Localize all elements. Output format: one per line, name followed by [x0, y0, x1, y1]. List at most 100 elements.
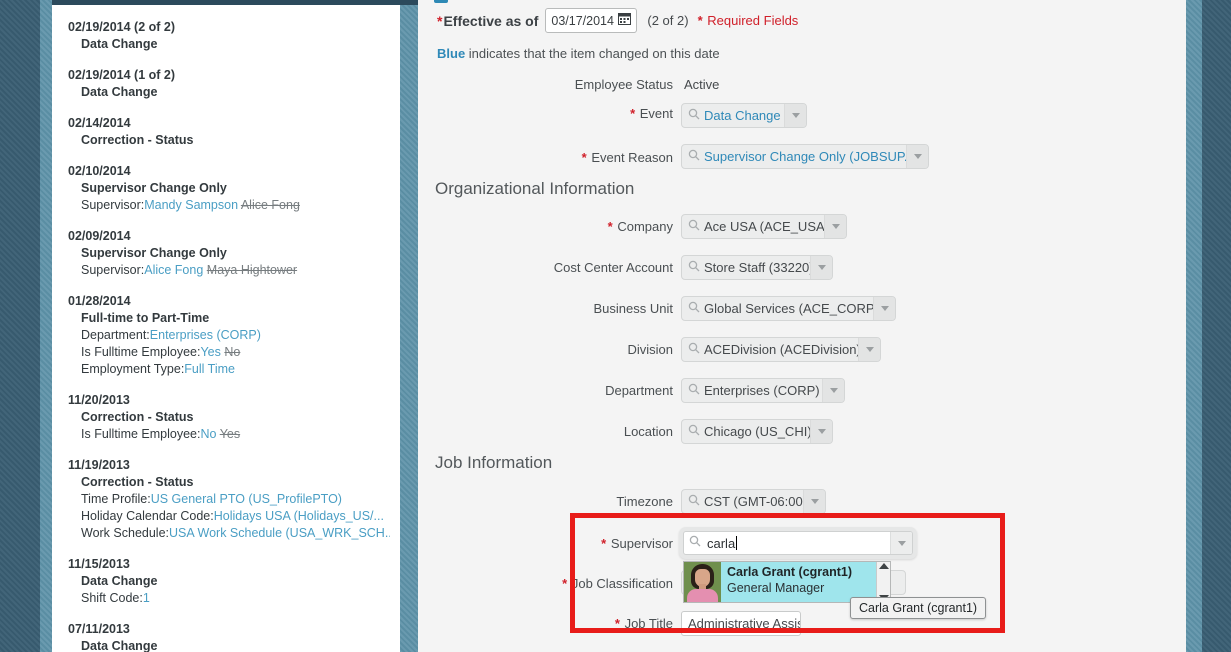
event-reason-value: Supervisor Change Only (JOBSUP... [704, 149, 906, 164]
history-entry[interactable]: 01/28/2014 Full-time to Part-Time Depart… [52, 293, 400, 378]
location-label: Location [623, 424, 673, 439]
history-entry[interactable]: 07/11/2013 Data Change [52, 621, 400, 652]
search-icon [688, 493, 700, 511]
timezone-select[interactable]: CST (GMT-06:00) [681, 489, 826, 514]
history-entry[interactable]: 11/15/2013 Data Change Shift Code:1 [52, 556, 400, 607]
required-asterisk: * [630, 106, 636, 121]
division-select[interactable]: ACEDivision (ACEDivision) [681, 337, 881, 362]
search-icon [688, 300, 700, 318]
tab-marker [434, 0, 448, 3]
required-fields-note: * Required Fields [697, 13, 799, 28]
chevron-down-icon[interactable] [803, 490, 825, 513]
history-event: Correction - Status [81, 475, 194, 489]
chevron-down-icon[interactable] [890, 532, 912, 554]
company-label-wrap: * Company [418, 219, 680, 234]
history-detail-new-value: Alice Fong [144, 263, 204, 277]
timezone-label: Timezone [616, 494, 673, 509]
suggestion-scrollbar[interactable] [876, 562, 890, 602]
supervisor-label-wrap: * Supervisor [418, 536, 680, 551]
calendar-icon[interactable] [618, 12, 632, 30]
history-detail-label: Is Fulltime Employee: [81, 427, 201, 441]
history-detail-label: Department: [81, 328, 150, 342]
department-select[interactable]: Enterprises (CORP) [681, 378, 845, 403]
chevron-down-icon[interactable] [906, 145, 928, 168]
history-sidebar[interactable]: 02/19/2014 (2 of 2) Data Change 02/19/20… [52, 0, 400, 652]
effective-date-input[interactable]: 03/17/2014 [545, 8, 638, 33]
chevron-down-icon[interactable] [873, 297, 895, 320]
history-event: Full-time to Part-Time [81, 311, 210, 325]
supervisor-tooltip: Carla Grant (cgrant1) [850, 597, 987, 619]
job-classification-label-wrap: * Job Classification [418, 576, 680, 591]
history-date: 11/20/2013 [68, 393, 130, 407]
history-detail: Department:Enterprises (CORP) [68, 327, 390, 344]
chevron-down-icon[interactable] [858, 338, 880, 361]
history-detail: Shift Code:1 [68, 590, 390, 607]
suggestion-name: Carla Grant (cgrant1) [727, 565, 853, 579]
history-detail-new-value: USA Work Schedule (USA_WRK_SCH... [169, 526, 390, 540]
search-icon [689, 534, 701, 552]
supervisor-input[interactable]: carla [683, 531, 913, 555]
cost-center-account-select[interactable]: Store Staff (33220) [681, 255, 833, 280]
employee-status-label-wrap: Employee Status [418, 77, 680, 92]
history-event: Supervisor Change Only [81, 246, 227, 260]
event-select[interactable]: Data Change [681, 103, 807, 128]
history-detail-new-value: 1 [142, 591, 150, 605]
location-select[interactable]: Chicago (US_CHI) [681, 419, 833, 444]
search-icon [688, 423, 700, 441]
page-counter: (2 of 2) [647, 13, 689, 28]
division-value: ACEDivision (ACEDivision) [704, 342, 858, 357]
history-detail-label: Shift Code: [81, 591, 143, 605]
employee-status-value: Active [684, 77, 720, 92]
department-label-wrap: Department [418, 383, 680, 398]
location-value: Chicago (US_CHI) [704, 424, 810, 439]
company-label: * Company [607, 219, 673, 234]
history-event: Data Change [81, 37, 158, 51]
company-select[interactable]: Ace USA (ACE_USA) [681, 214, 847, 239]
history-detail-new-value: Yes [200, 345, 221, 359]
employment-details-form: *Effective as of 03/17/2014 (2 of 2) * R… [418, 0, 1186, 652]
job-title-input[interactable]: Administrative Assista [681, 611, 801, 636]
right-window-gutter [1202, 0, 1231, 652]
search-icon [688, 148, 700, 166]
chevron-down-icon[interactable] [824, 215, 846, 238]
history-entry[interactable]: 02/19/2014 (2 of 2) Data Change [52, 19, 400, 53]
history-event: Data Change [81, 85, 158, 99]
history-date: 02/10/2014 [68, 164, 131, 178]
history-detail-label: Supervisor: [81, 198, 145, 212]
history-event: Data Change [81, 574, 158, 588]
history-detail: Is Fulltime Employee:Yes No [68, 344, 390, 361]
cost-center-account-label: Cost Center Account [553, 260, 673, 275]
history-list: 02/19/2014 (2 of 2) Data Change 02/19/20… [52, 5, 400, 652]
job-title-value: Administrative Assista [688, 616, 800, 631]
history-date: 11/15/2013 [68, 557, 130, 571]
history-detail-old-value: Alice Fong [240, 198, 300, 212]
history-entry[interactable]: 11/19/2013 Correction - Status Time Prof… [52, 457, 400, 542]
event-label: * Event [630, 106, 673, 121]
history-detail-label: Time Profile: [81, 492, 151, 506]
business-unit-label-wrap: Business Unit [418, 301, 680, 316]
chevron-down-icon[interactable] [784, 104, 806, 127]
supervisor-combo[interactable]: carla Carla Grant (cgrant1) General Mana… [679, 527, 917, 603]
history-entry[interactable]: 02/14/2014 Correction - Status [52, 115, 400, 149]
event-label-wrap: * Event [418, 106, 680, 121]
business-unit-select[interactable]: Global Services (ACE_CORP) [681, 296, 896, 321]
chevron-down-icon[interactable] [822, 379, 844, 402]
right-window-gutter-accent [1186, 0, 1202, 652]
blue-legend-text: indicates that the item changed on this … [465, 46, 720, 61]
history-entry[interactable]: 11/20/2013 Correction - Status Is Fullti… [52, 392, 400, 443]
event-reason-select[interactable]: Supervisor Change Only (JOBSUP... [681, 144, 929, 169]
history-entry[interactable]: 02/09/2014 Supervisor Change Only Superv… [52, 228, 400, 279]
history-date: 11/19/2013 [68, 458, 130, 472]
required-asterisk: * [697, 13, 703, 28]
blue-legend-keyword: Blue [437, 46, 466, 61]
scroll-up-arrow-icon[interactable] [878, 563, 889, 569]
chevron-down-icon[interactable] [810, 420, 832, 443]
suggestion-item-carla-grant[interactable]: Carla Grant (cgrant1) General Manager [684, 562, 876, 602]
job-information-heading: Job Information [435, 453, 553, 472]
history-detail-new-value: Holidays USA (Holidays_US/... [213, 509, 384, 523]
history-event: Data Change [81, 639, 158, 652]
history-entry[interactable]: 02/19/2014 (1 of 2) Data Change [52, 67, 400, 101]
search-icon [688, 218, 700, 236]
history-entry[interactable]: 02/10/2014 Supervisor Change Only Superv… [52, 163, 400, 214]
chevron-down-icon[interactable] [810, 256, 832, 279]
